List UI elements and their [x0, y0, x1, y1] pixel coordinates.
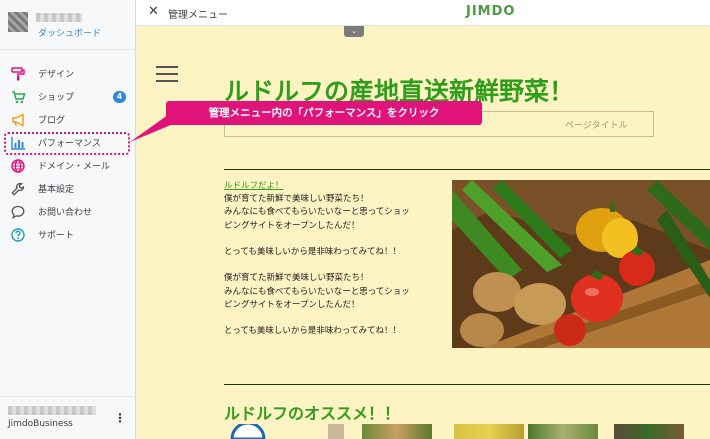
intro-text-block[interactable]: ルドルフだよ！ 僕が育てた新鮮で美味しい野菜たち！ みんなにも食べてもらいたいな… — [224, 180, 448, 338]
logo-thumbnail[interactable] — [228, 424, 268, 439]
sidebar-item-basic-settings[interactable]: 基本設定 — [0, 177, 136, 200]
intro-link[interactable]: ルドルフだよ！ — [224, 180, 448, 193]
wrench-icon — [10, 181, 26, 197]
avatar[interactable] — [8, 12, 28, 32]
text-line: とっても美味しいから是非味わってみてね！！ — [224, 326, 401, 337]
sidebar-item-label: ブログ — [38, 116, 66, 126]
jimdo-logo: JIMDO — [466, 4, 516, 19]
hamburger-menu-icon[interactable] — [156, 66, 178, 87]
text-line: 僕が育てた新鮮で美味しい野菜たち！ — [224, 194, 369, 205]
more-options-icon[interactable]: ⋮ — [114, 411, 126, 425]
product-thumbnail[interactable] — [362, 424, 432, 439]
sidebar-item-support[interactable]: サポート — [0, 223, 136, 246]
text-line: みんなにも食べてもらいたいなーと思ってショッ — [224, 207, 410, 218]
sidebar-item-label: デザイン — [38, 70, 75, 80]
shop-count-badge: 4 — [113, 91, 126, 103]
globe-icon — [10, 158, 26, 174]
sidebar-item-design[interactable]: デザイン — [0, 62, 136, 85]
divider — [224, 169, 710, 170]
site-preview: ルドルフの産地直送新鮮野菜！ ページタイトル ルドルフだよ！ 僕が育てた新鮮で美… — [136, 26, 710, 439]
sidebar-item-label: サポート — [38, 231, 75, 241]
product-thumbnail[interactable] — [454, 424, 524, 439]
text-line: 僕が育てた新鮮で美味しい野菜たち！ — [224, 273, 369, 284]
divider — [224, 384, 710, 385]
sidebar-item-label: 基本設定 — [38, 185, 75, 195]
top-bar: ✕ 管理メニュー JIMDO — [136, 0, 710, 26]
sidebar-item-label: ドメイン・メール — [38, 162, 111, 172]
chat-icon — [10, 204, 26, 220]
instruction-callout: 管理メニュー内の「パフォーマンス」をクリック — [166, 101, 482, 125]
recommend-heading[interactable]: ルドルフのオススメ！！ — [224, 400, 400, 424]
text-line: ピングサイトをオープンしたんだ！ — [224, 299, 360, 310]
text-line: みんなにも食べてもらいたいなーと思ってショッ — [224, 286, 410, 297]
product-thumbnail[interactable] — [328, 424, 344, 439]
sidebar-item-domain-mail[interactable]: ドメイン・メール — [0, 154, 136, 177]
paint-roller-icon — [10, 66, 26, 82]
sidebar-item-shop[interactable]: ショップ 4 — [0, 85, 136, 108]
text-line — [224, 259, 448, 272]
text-line — [224, 233, 448, 246]
sidebar-item-label: ショップ — [38, 93, 75, 103]
sidebar-item-blog[interactable]: ブログ — [0, 108, 136, 131]
blurred-username — [36, 13, 82, 22]
close-icon[interactable]: ✕ — [148, 4, 159, 19]
admin-sidebar: ダッシュボード デザイン ショップ 4 ブログ パフォーマンス ドメイン・メール… — [0, 0, 136, 439]
page-title-placeholder: ページタイトル — [565, 121, 628, 131]
vegetable-basket-image[interactable] — [452, 180, 710, 348]
megaphone-icon — [10, 112, 26, 128]
sidebar-item-label: お問い合わせ — [38, 208, 93, 218]
sidebar-header: ダッシュボード — [0, 0, 136, 50]
sidebar-item-contact[interactable]: お問い合わせ — [0, 200, 136, 223]
text-line: ピングサイトをオープンしたんだ！ — [224, 220, 360, 231]
text-line: とっても美味しいから是非味わってみてね！！ — [224, 247, 401, 258]
sidebar-footer: JimdoBusiness ⋮ — [0, 396, 136, 439]
text-line — [224, 312, 448, 325]
product-thumbnail[interactable] — [528, 424, 598, 439]
blurred-account-name — [8, 406, 96, 415]
product-thumbnail[interactable] — [614, 424, 684, 439]
performance-highlight — [4, 132, 130, 155]
help-icon — [10, 227, 26, 243]
admin-menu-title: 管理メニュー — [168, 10, 228, 21]
dashboard-link[interactable]: ダッシュボード — [38, 26, 101, 39]
plan-name: JimdoBusiness — [8, 419, 73, 429]
cart-icon — [10, 89, 26, 105]
chevron-down-icon[interactable]: ⌄ — [344, 26, 364, 37]
